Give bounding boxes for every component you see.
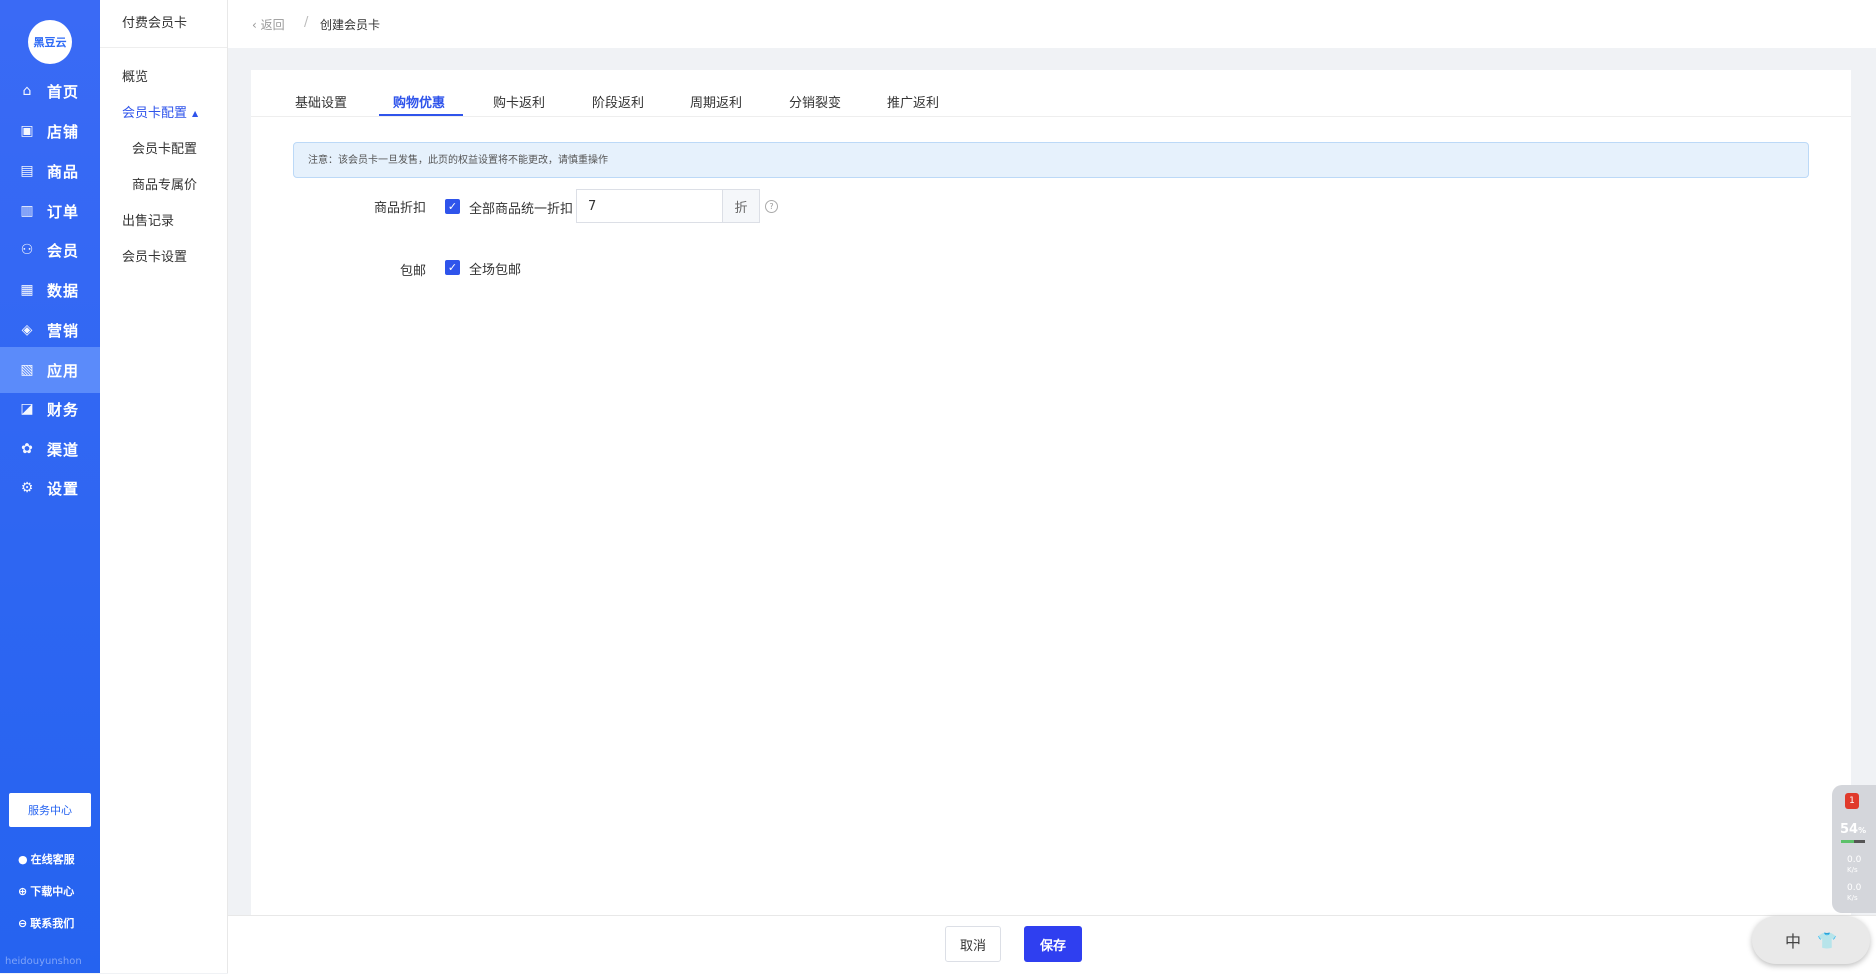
chevron-left-icon: ‹ (252, 18, 261, 32)
marketing-tag-icon: ◈ (21, 322, 33, 338)
shirt-icon[interactable]: 👕 (1817, 931, 1837, 950)
discount-input[interactable] (576, 189, 722, 223)
caret-up-icon: ▲ (192, 109, 199, 118)
discount-checkbox[interactable]: ✓ (445, 199, 460, 214)
save-button[interactable]: 保存 (1024, 926, 1082, 962)
shipping-checkbox[interactable]: ✓ (445, 260, 460, 275)
back-link[interactable]: ‹ 返回 (252, 16, 285, 33)
system-monitor-widget[interactable]: 1 54% 0.0 K/s 0.0 K/s (1832, 785, 1876, 913)
finance-icon: ◪ (20, 401, 34, 417)
subnav-item-card-settings[interactable]: 会员卡设置 (122, 246, 187, 265)
tab-bar: 基础设置 购物优惠 购卡返利 阶段返利 周期返利 分销裂变 推广返利 (251, 70, 1851, 117)
data-icon: ▦ (20, 282, 34, 298)
tab-stage-rebate[interactable]: 阶段返利 (592, 92, 644, 116)
subnav-item-card-config[interactable]: 会员卡配置 ▲ (122, 102, 198, 121)
shipping-checkbox-label: 全场包邮 (469, 263, 522, 278)
settings-gear-icon: ⚙ (20, 480, 34, 496)
nav-link-1[interactable]: ⊕ 下载中心 (18, 883, 74, 899)
page-title: 创建会员卡 (320, 18, 381, 32)
subnav-item-overview[interactable]: 概览 (122, 66, 148, 85)
nav-item-label: 首页 (47, 82, 80, 101)
order-icon: ▥ (20, 203, 34, 219)
store-icon: ▣ (20, 123, 34, 139)
nav-item-label: 商品 (47, 162, 80, 181)
main-nav: 黑豆云 ⌂ 首页 ▣ 店铺 ▤ 商品 ▥ 订单 ⚇ 会员 ▦ 数据 ◈ 营销 ▧ 应用 ◪ 财务 ✿ 渠道 ⚙ 设置 服务… (0, 0, 100, 973)
nav-link-label: 联系我们 (30, 917, 75, 930)
nav-link-label: 在线客服 (30, 853, 75, 866)
nav-item-label: 设置 (47, 479, 80, 498)
cpu-percent-unit: % (1858, 826, 1867, 835)
warning-notice: 注意：该会员卡一旦发售，此页的权益设置将不能更改，请慎重操作 (293, 142, 1809, 178)
tab-promotion-rebate[interactable]: 推广返利 (887, 92, 939, 116)
breadcrumb: ‹ 返回 / 创建会员卡 (228, 0, 1876, 48)
download-unit: K/s (1847, 894, 1858, 902)
subnav-item-card-config-label: 会员卡配置 (122, 106, 188, 121)
nav-item-10[interactable]: ⚙ 设置 (0, 465, 100, 511)
tab-purchase-rebate[interactable]: 购卡返利 (493, 92, 545, 116)
subnav-item-sales-records[interactable]: 出售记录 (122, 210, 174, 229)
discount-label: 商品折扣 (373, 201, 426, 216)
sub-nav: 付费会员卡 概览 会员卡配置 ▲ 会员卡配置 商品专属价 出售记录 会员卡设置 (100, 0, 228, 973)
tab-cycle-rebate[interactable]: 周期返利 (690, 92, 742, 116)
contact-icon: ⊖ (18, 916, 28, 930)
tab-distribution[interactable]: 分销裂变 (789, 92, 841, 116)
breadcrumb-separator: / (304, 15, 309, 30)
upload-value: 0.0 (1847, 855, 1862, 865)
cancel-button[interactable]: 取消 (945, 926, 1001, 962)
nav-item-label: 会员 (47, 241, 80, 260)
content-card: 基础设置 购物优惠 购卡返利 阶段返利 周期返利 分销裂变 推广返利 注意：该会… (251, 70, 1851, 915)
channel-icon: ✿ (21, 441, 33, 457)
nav-item-label: 订单 (47, 202, 80, 221)
nav-item-label: 应用 (47, 361, 80, 380)
ime-mode[interactable]: 中 (1785, 928, 1801, 952)
cpu-load-fill (1841, 840, 1854, 843)
ime-toolbar[interactable]: 中 👕 (1752, 916, 1870, 964)
cpu-percent-value: 54 (1840, 822, 1859, 837)
service-center-button[interactable]: 服务中心 (9, 793, 91, 827)
upload-speed: 0.0 K/s (1847, 855, 1861, 875)
nav-link-0[interactable]: ● 在线客服 (18, 851, 75, 867)
subnav-item-card-config-sub[interactable]: 会员卡配置 (132, 138, 197, 157)
nav-item-label: 财务 (47, 400, 80, 419)
shield-badge-icon: 1 (1845, 793, 1859, 809)
footer-action-bar: 取消 保存 (228, 915, 1876, 974)
brand-footer-text: heidouyunshon (5, 956, 82, 967)
discount-checkbox-label: 全部商品统一折扣 (469, 202, 574, 217)
nav-item-label: 店铺 (47, 122, 80, 141)
app-icon: ▧ (20, 362, 34, 378)
active-tab-indicator (379, 114, 463, 116)
cpu-load-bar (1841, 840, 1865, 843)
download-value: 0.0 (1847, 883, 1862, 893)
check-icon: ✓ (447, 261, 458, 274)
download-icon: ⊕ (18, 884, 28, 898)
back-label: 返回 (260, 18, 285, 32)
tab-shopping-discount[interactable]: 购物优惠 (393, 92, 445, 116)
download-speed: 0.0 K/s (1847, 883, 1861, 903)
check-icon: ✓ (447, 200, 458, 213)
goods-icon: ▤ (20, 163, 34, 179)
upload-unit: K/s (1847, 866, 1858, 874)
nav-item-label: 数据 (47, 281, 80, 300)
home-icon: ⌂ (22, 83, 32, 99)
subnav-title: 付费会员卡 (100, 0, 227, 48)
subnav-item-exclusive-price[interactable]: 商品专属价 (132, 174, 197, 193)
cpu-percent: 54% (1840, 822, 1866, 837)
shipping-label: 包邮 (399, 264, 426, 279)
brand-logo[interactable]: 黑豆云 (28, 20, 72, 64)
help-question-icon[interactable]: ? (765, 200, 778, 213)
online-service-icon: ● (18, 852, 28, 866)
member-icon: ⚇ (20, 242, 34, 258)
nav-link-2[interactable]: ⊖ 联系我们 (18, 915, 74, 931)
tab-basic-settings[interactable]: 基础设置 (295, 92, 347, 116)
nav-link-label: 下载中心 (30, 885, 75, 898)
discount-suffix: 折 (722, 189, 760, 223)
nav-item-label: 渠道 (47, 440, 80, 459)
nav-item-label: 营销 (47, 321, 80, 340)
